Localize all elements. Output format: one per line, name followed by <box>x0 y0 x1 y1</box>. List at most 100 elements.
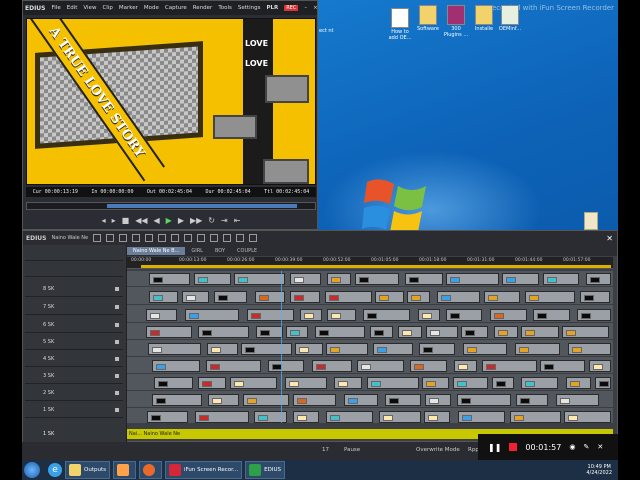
timeline-clip[interactable] <box>285 377 327 389</box>
tab-couple[interactable]: COUPLE <box>231 247 263 255</box>
set-out-icon[interactable]: ▸ <box>112 216 116 225</box>
track-toggle-icon[interactable] <box>115 373 119 378</box>
timeline-clip[interactable] <box>147 411 188 423</box>
timeline-clip[interactable] <box>586 273 611 285</box>
track-toggle-icon[interactable] <box>115 304 119 309</box>
desktop-icon-partial[interactable] <box>584 212 598 230</box>
timeline-clip[interactable] <box>580 291 610 303</box>
timeline-clip[interactable] <box>367 377 419 389</box>
timeline-clip[interactable] <box>425 394 451 406</box>
timeline-clip[interactable] <box>154 377 193 389</box>
timeline-clip[interactable] <box>405 273 443 285</box>
timeline-clip[interactable] <box>424 411 450 423</box>
timeline-clip[interactable] <box>357 360 404 372</box>
menu-file[interactable]: File <box>52 5 61 11</box>
set-in-icon[interactable]: ◂ <box>102 216 106 225</box>
timeline-clip[interactable] <box>482 360 537 372</box>
timeline-clip[interactable] <box>398 326 422 338</box>
track-header-5[interactable]: 5 SK <box>25 334 123 350</box>
copy-icon[interactable] <box>145 234 154 242</box>
timeline-clip[interactable] <box>268 360 304 372</box>
timeline-track-row[interactable] <box>127 375 613 391</box>
time-ruler[interactable]: 00:00:00 00:00:13:00 00:00:26:00 00:00:3… <box>127 257 613 269</box>
timeline-track-row[interactable] <box>127 289 613 305</box>
timeline-clip[interactable] <box>533 309 570 321</box>
timeline-clip[interactable] <box>595 377 611 389</box>
timeline-clip[interactable] <box>182 291 209 303</box>
timeline-clip[interactable] <box>295 343 323 355</box>
timeline-clip[interactable] <box>152 394 202 406</box>
track-header-1[interactable]: 1 SK <box>25 402 123 418</box>
timeline-track-row[interactable] <box>127 409 613 425</box>
marker-icon[interactable] <box>236 234 245 242</box>
timeline-clip[interactable] <box>521 377 558 389</box>
timeline-clip[interactable] <box>446 309 482 321</box>
settings-icon[interactable] <box>249 234 258 242</box>
track-header-2[interactable]: 2 SK <box>25 385 123 401</box>
timeline-clip[interactable] <box>214 291 247 303</box>
timeline-clip[interactable] <box>370 326 393 338</box>
timeline-clip[interactable] <box>300 309 322 321</box>
taskbar-ifun[interactable]: iFun Screen Recor... <box>164 461 243 479</box>
timeline-clip[interactable] <box>568 343 611 355</box>
timeline-clip[interactable] <box>385 394 421 406</box>
timeline-clip[interactable] <box>454 360 477 372</box>
track-header-4[interactable]: 4 SK <box>25 351 123 367</box>
timeline-track-row[interactable] <box>127 324 613 340</box>
timeline-clip[interactable] <box>234 273 285 285</box>
timeline-clip[interactable] <box>419 343 455 355</box>
playhead-cursor[interactable] <box>281 271 282 423</box>
rec-badge[interactable]: REC <box>284 5 299 11</box>
timeline-clip[interactable] <box>149 273 190 285</box>
plr-badge[interactable]: PLR <box>266 5 278 11</box>
play-icon[interactable]: ▶ <box>166 216 172 225</box>
timeline-clip[interactable] <box>589 360 611 372</box>
timeline-clip[interactable] <box>312 360 352 372</box>
close-icon[interactable]: × <box>313 5 318 11</box>
timeline-clip[interactable] <box>457 394 511 406</box>
timeline-clip[interactable] <box>410 360 447 372</box>
desktop-icon-oeminf[interactable]: OEMinf... <box>496 5 524 32</box>
timeline-clip[interactable] <box>446 273 499 285</box>
timeline-track-row[interactable] <box>127 358 613 374</box>
timeline-clip[interactable] <box>152 360 200 372</box>
timeline-clip[interactable] <box>334 377 362 389</box>
track-toggle-icon[interactable] <box>115 390 119 395</box>
pause-icon[interactable]: ❚❚ <box>488 443 501 452</box>
timeline-clip[interactable] <box>556 394 599 406</box>
timeline-clip[interactable] <box>422 377 449 389</box>
timeline-clip[interactable] <box>148 343 201 355</box>
timeline-clip[interactable] <box>379 411 421 423</box>
timeline-clip[interactable] <box>566 377 591 389</box>
tool-icon[interactable] <box>93 234 102 242</box>
timeline-clip[interactable] <box>293 411 319 423</box>
desktop-icon-installe[interactable]: Installe <box>470 5 498 32</box>
timeline-clip[interactable] <box>206 360 261 372</box>
start-button[interactable] <box>24 462 40 478</box>
timeline-clip[interactable] <box>492 377 514 389</box>
delete-icon[interactable] <box>171 234 180 242</box>
track-header-6[interactable]: 6 SK <box>25 317 123 333</box>
timeline-clip[interactable] <box>564 411 611 423</box>
timeline-clip[interactable] <box>247 309 294 321</box>
cut-icon[interactable] <box>132 234 141 242</box>
insert-icon[interactable]: ⇥ <box>221 216 228 225</box>
tool-icon[interactable] <box>106 234 115 242</box>
rewind-icon[interactable]: ◀◀ <box>135 216 147 225</box>
timeline-clip[interactable] <box>502 273 539 285</box>
timeline-clip[interactable] <box>494 326 518 338</box>
taskbar-edius[interactable]: EDIUS <box>245 461 285 479</box>
timeline-clip[interactable] <box>344 394 378 406</box>
timeline-clip[interactable] <box>461 326 488 338</box>
timeline-clip[interactable] <box>326 343 368 355</box>
ie-icon[interactable]: e <box>48 463 62 477</box>
taskbar-media[interactable] <box>112 461 136 479</box>
timeline-clip[interactable] <box>325 291 372 303</box>
track-header-7[interactable]: 7 SK <box>25 299 123 315</box>
minimize-icon[interactable]: – <box>304 5 307 11</box>
timeline-clip[interactable] <box>241 343 292 355</box>
timeline-clip[interactable] <box>290 273 321 285</box>
overwrite-icon[interactable]: ⇤ <box>234 216 241 225</box>
track-toggle-icon[interactable] <box>115 286 119 291</box>
menu-marker[interactable]: Marker <box>119 5 138 11</box>
